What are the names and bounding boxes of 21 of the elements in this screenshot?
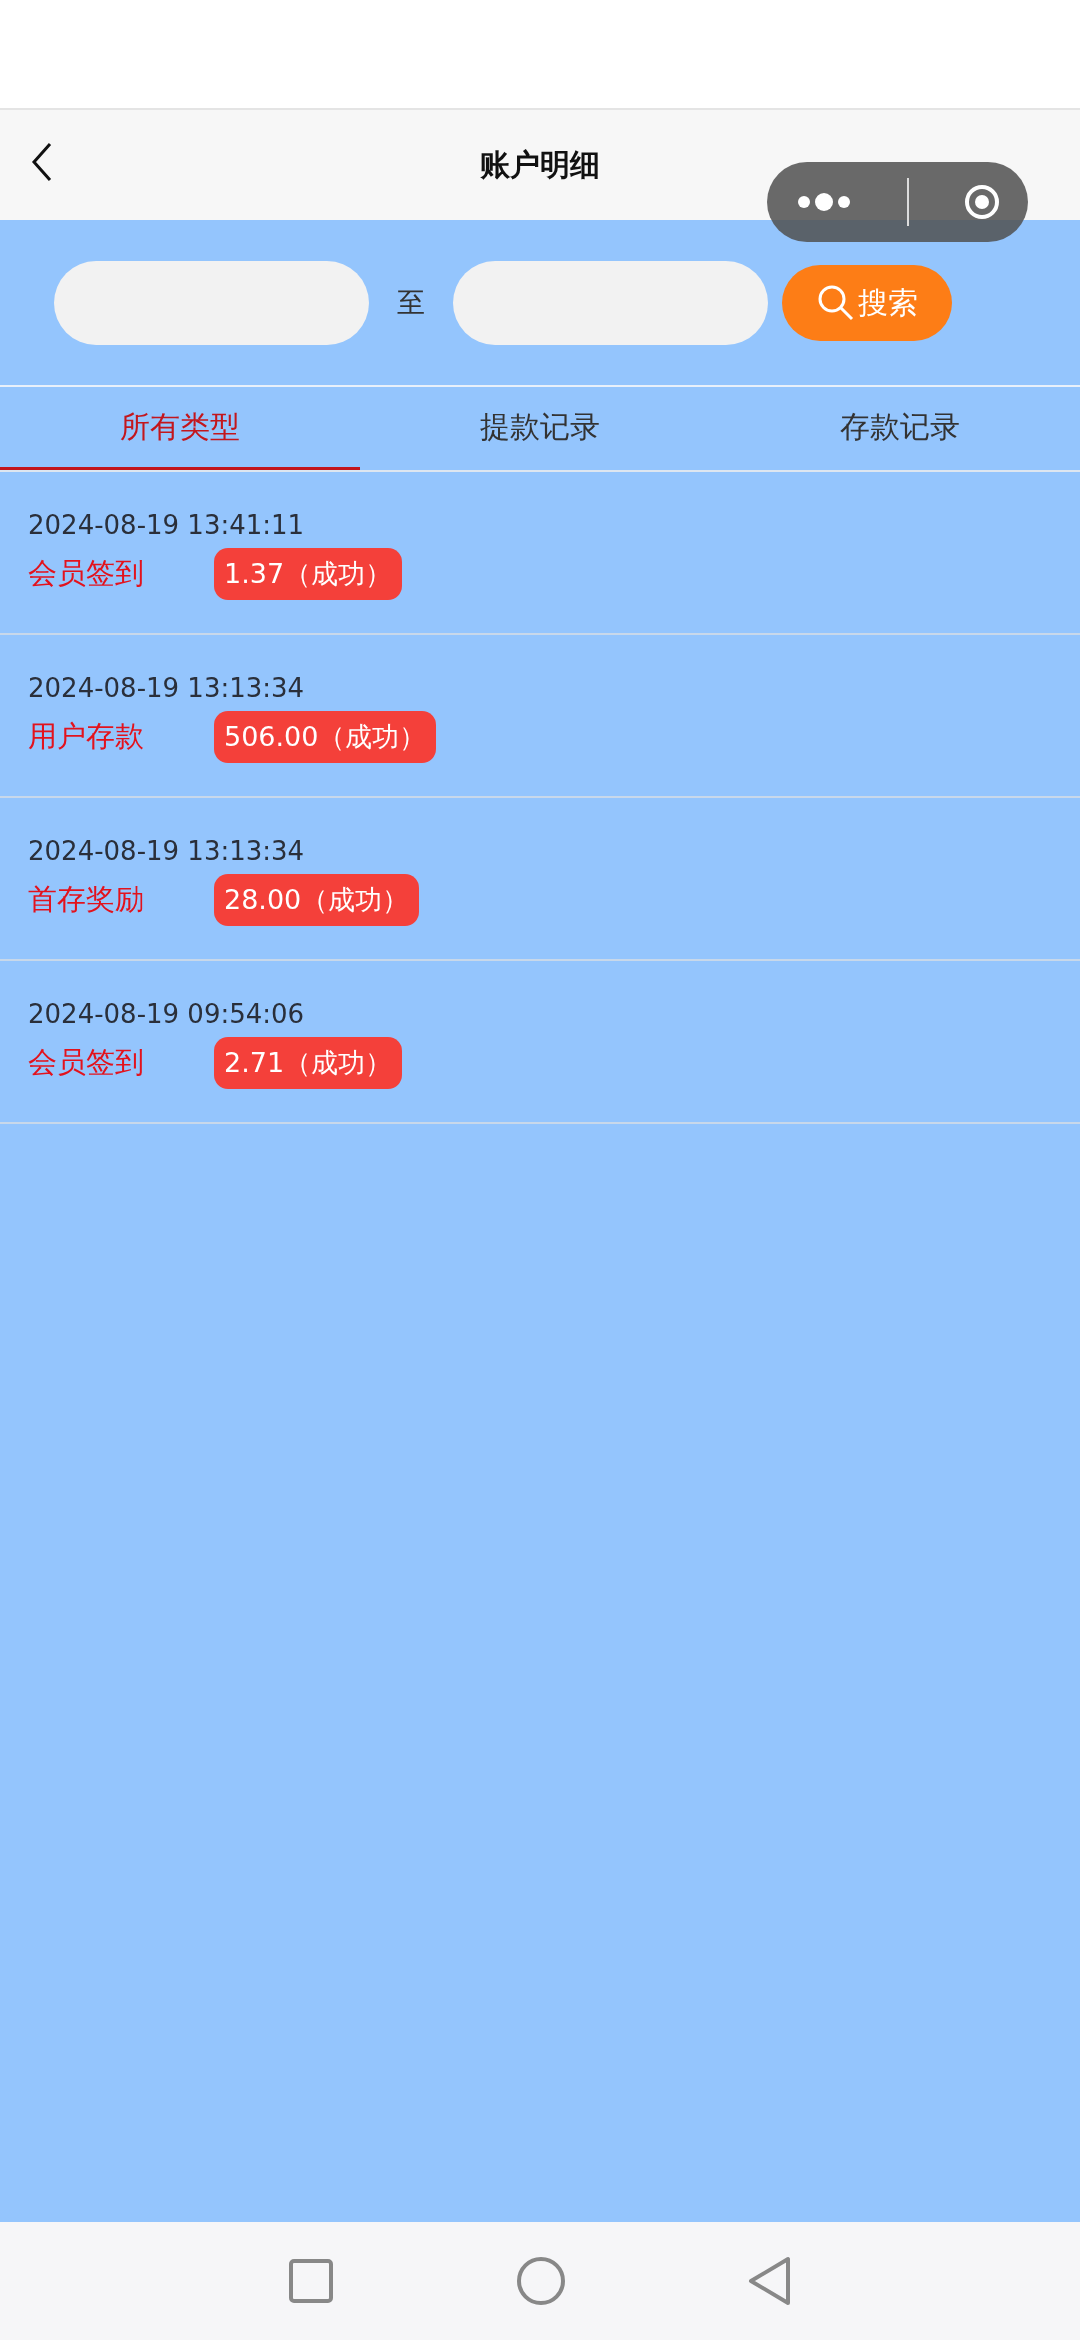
record-time: 2024-08-19 13:13:34: [28, 673, 306, 703]
page-title: 账户明细: [480, 145, 600, 184]
amount-badge: 506.00（成功）: [214, 711, 437, 763]
tab[interactable]: 提款记录: [360, 387, 720, 470]
tab[interactable]: 存款记录: [720, 387, 1080, 470]
record-type: 会员签到: [28, 555, 145, 592]
amount-badge: 2.71（成功）: [214, 1037, 403, 1089]
square-icon[interactable]: [288, 2258, 334, 2304]
range-separator: 至: [396, 285, 426, 321]
amount-badge: 1.37（成功）: [214, 548, 403, 600]
record-type: 用户存款: [28, 718, 145, 755]
circle-icon[interactable]: [516, 2256, 566, 2306]
record-type: 会员签到: [28, 1044, 145, 1081]
record-time: 2024-08-19 13:41:11: [28, 510, 306, 540]
triangle-icon[interactable]: [748, 2256, 792, 2306]
back-icon[interactable]: [30, 142, 54, 182]
record-time: 2024-08-19 13:13:34: [28, 836, 306, 866]
search-icon: [816, 283, 856, 323]
record-type: 首存奖励: [28, 881, 145, 918]
amount-badge: 28.00（成功）: [214, 874, 420, 926]
record-time: 2024-08-19 09:54:06: [28, 999, 306, 1029]
